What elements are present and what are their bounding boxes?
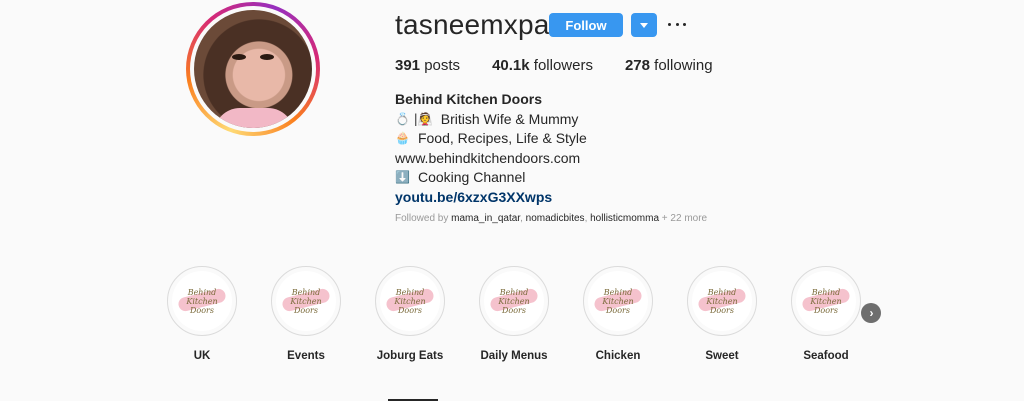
follow-button[interactable]: Follow [549, 13, 623, 37]
profile-avatar-ring[interactable] [186, 2, 320, 136]
highlight-ring: Behind Kitchen Doors [791, 266, 861, 336]
highlights-next-button[interactable]: › [861, 303, 881, 323]
brand-logo: Behind Kitchen Doors [706, 287, 738, 315]
chevron-right-icon: › [869, 306, 874, 320]
profile-full-name: Behind Kitchen Doors [395, 91, 543, 107]
bio-line: 🧁 Food, Recipes, Life & Style [395, 129, 587, 149]
chevron-down-icon [640, 22, 648, 28]
more-options-icon [683, 22, 686, 26]
highlight-cover: Behind Kitchen Doors [588, 271, 648, 331]
cupcake-icon: 🧁 [395, 131, 410, 145]
highlight-label: Events [287, 350, 325, 362]
highlight-uk[interactable]: Behind Kitchen Doors UK [152, 266, 252, 362]
bio-line: youtu.be/6xzxG3XXwps [395, 188, 587, 208]
bio-external-link[interactable]: youtu.be/6xzxG3XXwps [395, 188, 552, 208]
avatar-gap [190, 6, 316, 132]
bio: Behind Kitchen Doors 💍 |👰 British Wife & … [395, 90, 587, 207]
bio-line: 💍 |👰 British Wife & Mummy [395, 110, 587, 130]
highlight-joburg-eats[interactable]: Behind Kitchen Doors Joburg Eats [360, 266, 460, 362]
brand-logo: Behind Kitchen Doors [394, 287, 426, 315]
highlight-ring: Behind Kitchen Doors [479, 266, 549, 336]
brand-logo: Behind Kitchen Doors [290, 287, 322, 315]
highlight-chicken[interactable]: Behind Kitchen Doors Chicken [568, 266, 668, 362]
highlight-ring: Behind Kitchen Doors [583, 266, 653, 336]
brand-logo: Behind Kitchen Doors [498, 287, 530, 315]
followed-by[interactable]: Followed by mama_in_qatar, nomadicbites,… [395, 213, 707, 224]
down-arrow-icon: ⬇️ [395, 170, 410, 184]
highlight-cover: Behind Kitchen Doors [796, 271, 856, 331]
followers-link[interactable]: 40.1k followers [492, 57, 593, 74]
brand-logo: Behind Kitchen Doors [810, 287, 842, 315]
more-options-icon [675, 22, 679, 26]
avatar-eye [260, 54, 274, 60]
follower-account: mama_in_qatar [451, 213, 521, 224]
highlight-cover: Behind Kitchen Doors [380, 271, 440, 331]
follower-account: nomadicbites [525, 213, 585, 224]
highlight-label: Daily Menus [480, 350, 548, 362]
highlight-ring: Behind Kitchen Doors [167, 266, 237, 336]
highlight-cover: Behind Kitchen Doors [276, 271, 336, 331]
highlight-ring: Behind Kitchen Doors [687, 266, 757, 336]
highlight-ring: Behind Kitchen Doors [271, 266, 341, 336]
highlight-cover: Behind Kitchen Doors [484, 271, 544, 331]
highlight-label: Chicken [595, 350, 641, 362]
posts-count: 391 posts [395, 57, 461, 74]
highlight-label: Joburg Eats [376, 350, 444, 362]
highlight-sweet[interactable]: Behind Kitchen Doors Sweet [672, 266, 772, 362]
highlight-label: Seafood [803, 350, 849, 362]
brand-logo: Behind Kitchen Doors [186, 287, 218, 315]
follow-options-button[interactable] [631, 13, 657, 37]
avatar [194, 10, 312, 128]
following-link[interactable]: 278 following [625, 57, 713, 74]
highlight-cover: Behind Kitchen Doors [172, 271, 232, 331]
more-options-button[interactable] [668, 12, 686, 36]
more-options-icon [668, 22, 671, 26]
ring-bride-icon: 💍 |👰 [395, 111, 433, 126]
highlight-cover: Behind Kitchen Doors [692, 271, 752, 331]
bio-line: www.behindkitchendoors.com [395, 149, 581, 166]
highlight-daily-menus[interactable]: Behind Kitchen Doors Daily Menus [464, 266, 564, 362]
highlight-label: Sweet [705, 350, 739, 362]
brand-logo: Behind Kitchen Doors [602, 287, 634, 315]
highlight-label: UK [193, 350, 211, 362]
highlight-events[interactable]: Behind Kitchen Doors Events [256, 266, 356, 362]
bio-line: ⬇️ Cooking Channel [395, 168, 587, 188]
avatar-eye [232, 54, 246, 60]
follower-account: hollisticmomma [590, 213, 660, 224]
profile-stats: 391 posts 40.1k followers 278 following [395, 57, 745, 74]
avatar-shirt [214, 108, 294, 128]
highlight-ring: Behind Kitchen Doors [375, 266, 445, 336]
